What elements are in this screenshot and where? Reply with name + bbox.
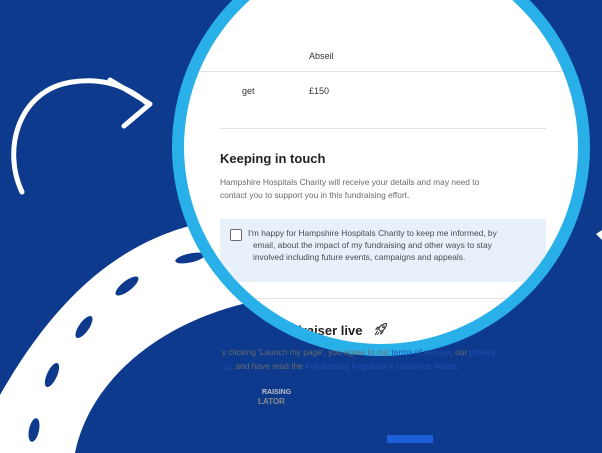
fundraising-regulator-badge-line1: RAISING	[262, 389, 292, 396]
divider	[184, 71, 578, 72]
agreement-text-4: .	[455, 361, 459, 371]
terms-of-service-link[interactable]: terms of service	[391, 347, 450, 357]
consent-line2: email, about the impact of my fundraisin…	[253, 240, 492, 250]
agreement-text-3: , and have read the	[230, 361, 306, 371]
divider	[220, 128, 546, 129]
agreement-line2: cy, and have read the Fundraising Regula…	[223, 360, 458, 372]
consent-checkbox[interactable]	[230, 229, 242, 241]
consent-line3: involved including future events, campai…	[253, 252, 466, 262]
keeping-paragraph-line1: Hampshire Hospitals Charity will receive…	[220, 177, 480, 187]
divider	[220, 298, 546, 299]
set-live-heading: Set your fundraiser live	[218, 322, 388, 338]
agreement-text-2: , our	[450, 347, 470, 357]
fundraising-regulator-badge-line2: LATOR	[258, 397, 285, 406]
keeping-paragraph-line2: contact you to support you in this fundr…	[220, 190, 410, 200]
edge-mark	[596, 230, 602, 240]
agreement-line1: y clicking 'Launch my page', you agree t…	[222, 346, 496, 358]
privacy-link[interactable]: privacy	[470, 347, 497, 357]
rocket-icon	[374, 322, 388, 336]
form-content: Abseil get £150 Keeping in touch Hampshi…	[184, 0, 578, 344]
agreement-text-1: y clicking 'Launch my page', you agree t…	[222, 347, 392, 357]
activity-value: Abseil	[309, 51, 334, 61]
magnified-form: Abseil get £150 Keeping in touch Hampshi…	[184, 0, 578, 344]
guidance-notes-link[interactable]: Fundraising Regulator's Guidance Notes	[305, 361, 456, 371]
keeping-in-touch-heading: Keeping in touch	[220, 151, 326, 166]
target-value: £150	[309, 86, 330, 96]
launch-my-page-button[interactable]	[387, 435, 433, 443]
consent-line1: I'm happy for Hampshire Hospitals Charit…	[248, 228, 497, 238]
set-live-title: Set your fundraiser live	[218, 323, 363, 338]
privacy-policy-link[interactable]: cy	[223, 361, 231, 371]
consent-box[interactable]: I'm happy for Hampshire Hospitals Charit…	[220, 219, 546, 282]
consent-label[interactable]: I'm happy for Hampshire Hospitals Charit…	[248, 227, 548, 263]
curved-arrow-icon	[11, 77, 153, 195]
row-label-target: get	[242, 86, 255, 96]
